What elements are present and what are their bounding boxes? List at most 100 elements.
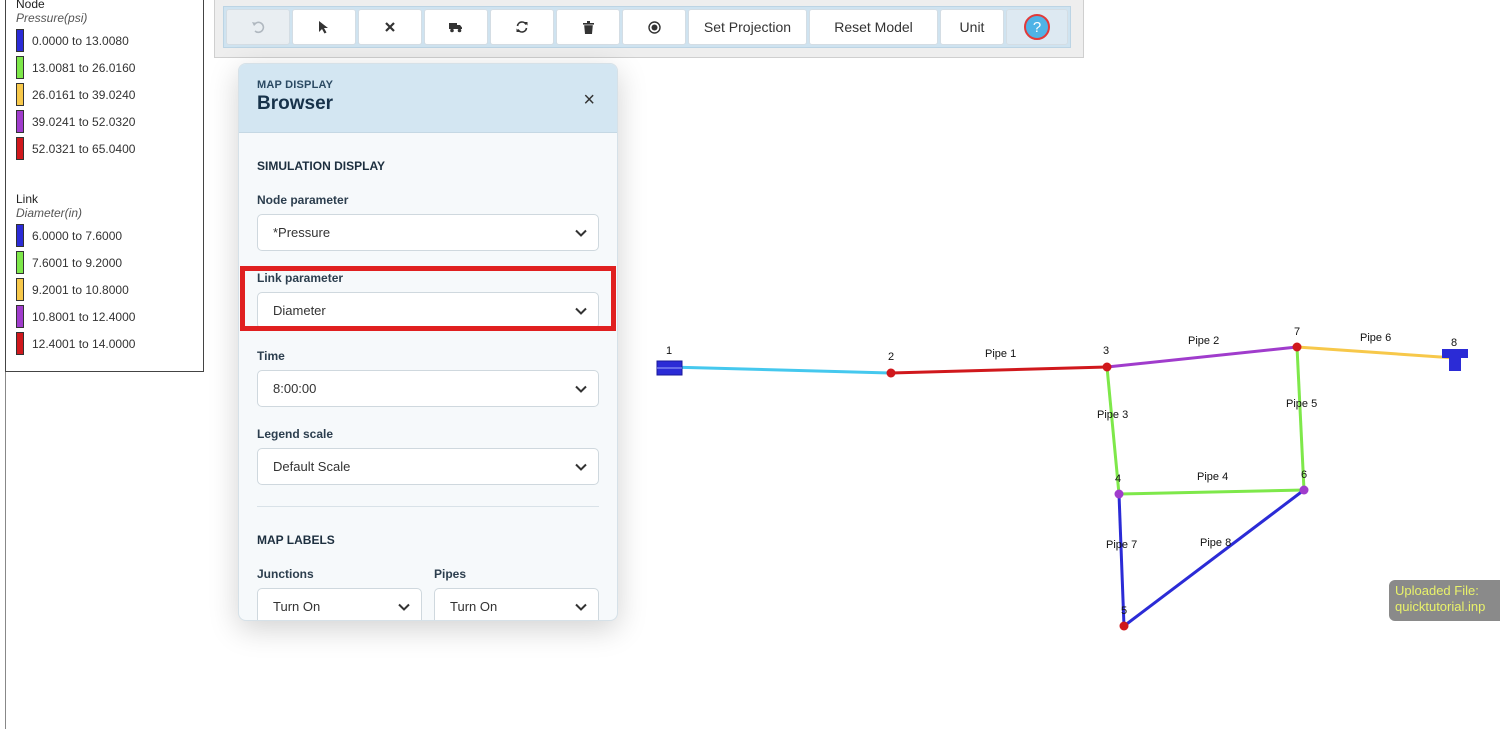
trash-button[interactable]: [556, 9, 620, 45]
junction-node-6[interactable]: [1299, 485, 1309, 495]
select-button[interactable]: [292, 9, 356, 45]
node-label-4: 4: [1115, 473, 1121, 485]
refresh-button[interactable]: [490, 9, 554, 45]
legend-range: 26.0161 to 39.0240: [32, 87, 136, 102]
panel-title: Browser: [257, 93, 334, 114]
record-button[interactable]: [622, 9, 686, 45]
legend-swatch: [16, 332, 24, 355]
legend-node-row: 39.0241 to 52.0320: [16, 108, 203, 135]
pointer-icon: [319, 21, 328, 34]
legend-range: 12.4001 to 14.0000: [32, 336, 136, 351]
close-icon[interactable]: ×: [583, 90, 595, 110]
link-label-pipe-1: Pipe 1: [985, 348, 1016, 360]
junction-node-2[interactable]: [886, 368, 896, 378]
undo-button[interactable]: [226, 9, 290, 45]
legend-scale-label: Legend scale: [257, 427, 334, 441]
link-pipe-2[interactable]: [1106, 345, 1298, 369]
legend-range: 7.6001 to 9.2000: [32, 255, 123, 270]
junctions-select[interactable]: Turn On: [257, 588, 422, 620]
legend-node-row: 0.0000 to 13.0080: [16, 27, 203, 54]
chevron-down-icon: [575, 229, 587, 237]
legend-node-row: 13.0081 to 26.0160: [16, 54, 203, 81]
reservoir-node-1[interactable]: [656, 360, 683, 376]
legend-range: 13.0081 to 26.0160: [32, 60, 136, 75]
highlight-annotation: [240, 266, 616, 331]
legend-node-row: 52.0321 to 65.0400: [16, 135, 203, 162]
junction-node-5[interactable]: [1119, 621, 1129, 631]
time-select[interactable]: 8:00:00: [257, 370, 599, 407]
node-label-2: 2: [888, 351, 894, 363]
pipes-select[interactable]: Turn On: [434, 588, 599, 620]
legend-link-row: 10.8001 to 12.4000: [16, 303, 203, 330]
help-icon: ?: [1024, 14, 1050, 40]
panel-divider: [257, 506, 599, 507]
legend-link-row: 7.6001 to 9.2000: [16, 249, 203, 276]
uploaded-file-caption: Uploaded File:: [1395, 583, 1479, 598]
legend-node-subtitle: Pressure(psi): [16, 11, 88, 25]
reset-model-button[interactable]: Reset Model: [809, 9, 938, 45]
legend-node-row: 26.0161 to 39.0240: [16, 81, 203, 108]
link-label-pipe-6: Pipe 6: [1360, 332, 1391, 344]
node-parameter-select[interactable]: *Pressure: [257, 214, 599, 251]
set-projection-button[interactable]: Set Projection: [688, 9, 807, 45]
truck-button[interactable]: [424, 9, 488, 45]
chevron-down-icon: [398, 603, 410, 611]
node-parameter-value: *Pressure: [273, 225, 331, 240]
pipes-value: Turn On: [450, 599, 498, 614]
node-parameter-label: Node parameter: [257, 193, 349, 207]
undo-icon: [252, 21, 265, 34]
node-label-1: 1: [666, 345, 672, 357]
legend-link-row: 12.4001 to 14.0000: [16, 330, 203, 357]
link-label-pipe-7: Pipe 7: [1106, 539, 1137, 551]
legend-range: 9.2001 to 10.8000: [32, 282, 129, 297]
link-label-pipe-3: Pipe 3: [1097, 409, 1128, 421]
link-pipe-1[interactable]: [890, 365, 1108, 375]
junction-node-4[interactable]: [1114, 489, 1124, 499]
legend-swatch: [16, 56, 24, 79]
trash-icon: [582, 20, 594, 34]
link-1-2[interactable]: [668, 365, 892, 375]
link-pipe-6[interactable]: [1296, 345, 1456, 360]
link-label-pipe-4: Pipe 4: [1197, 471, 1228, 483]
refresh-icon: [516, 21, 528, 33]
pipes-label: Pipes: [434, 567, 467, 581]
legend-scale-select[interactable]: Default Scale: [257, 448, 599, 485]
delete-element-button[interactable]: [358, 9, 422, 45]
legend-range: 6.0000 to 7.6000: [32, 228, 123, 243]
legend-range: 52.0321 to 65.0400: [32, 141, 136, 156]
legend-node-title: Node: [16, 0, 45, 11]
legend-swatch: [16, 224, 24, 247]
node-label-3: 3: [1103, 345, 1109, 357]
legend-range: 39.0241 to 52.0320: [32, 114, 136, 129]
link-label-pipe-8: Pipe 8: [1200, 537, 1231, 549]
uploaded-file-name: quicktutorial.inp: [1395, 599, 1486, 614]
simulation-display-heading: SIMULATION DISPLAY: [257, 159, 386, 173]
legend-range: 0.0000 to 13.0080: [32, 33, 129, 48]
junction-node-7[interactable]: [1292, 342, 1302, 352]
toolbar-container: Set Projection Reset Model Unit ?: [214, 0, 1084, 58]
legend-range: 10.8001 to 12.4000: [32, 309, 136, 324]
link-pipe-4[interactable]: [1118, 488, 1305, 496]
network-map[interactable]: Pipe 1 Pipe 2 Pipe 6 Pipe 3 Pipe 5 Pipe …: [0, 0, 1500, 729]
legend-swatch: [16, 305, 24, 328]
close-icon: [385, 22, 395, 32]
legend-scale-value: Default Scale: [273, 459, 351, 474]
truck-icon: [449, 23, 462, 33]
legend-swatch: [16, 278, 24, 301]
chevron-down-icon: [575, 603, 587, 611]
toolbar: Set Projection Reset Model Unit ?: [223, 6, 1071, 48]
junction-node-3[interactable]: [1102, 362, 1112, 372]
link-label-pipe-2: Pipe 2: [1188, 335, 1219, 347]
tank-node-8[interactable]: [1442, 349, 1468, 371]
unit-button[interactable]: Unit: [940, 9, 1004, 45]
legend-link-subtitle: Diameter(in): [16, 206, 83, 220]
time-label: Time: [257, 349, 285, 363]
map-labels-heading: MAP LABELS: [257, 533, 335, 547]
link-pipe-8[interactable]: [1123, 488, 1305, 628]
legend-swatch: [16, 83, 24, 106]
junctions-label: Junctions: [257, 567, 314, 581]
panel-kicker: MAP DISPLAY: [257, 79, 334, 91]
chevron-down-icon: [575, 385, 587, 393]
legend-link-row: 6.0000 to 7.6000: [16, 222, 203, 249]
help-button[interactable]: ?: [1006, 9, 1068, 45]
